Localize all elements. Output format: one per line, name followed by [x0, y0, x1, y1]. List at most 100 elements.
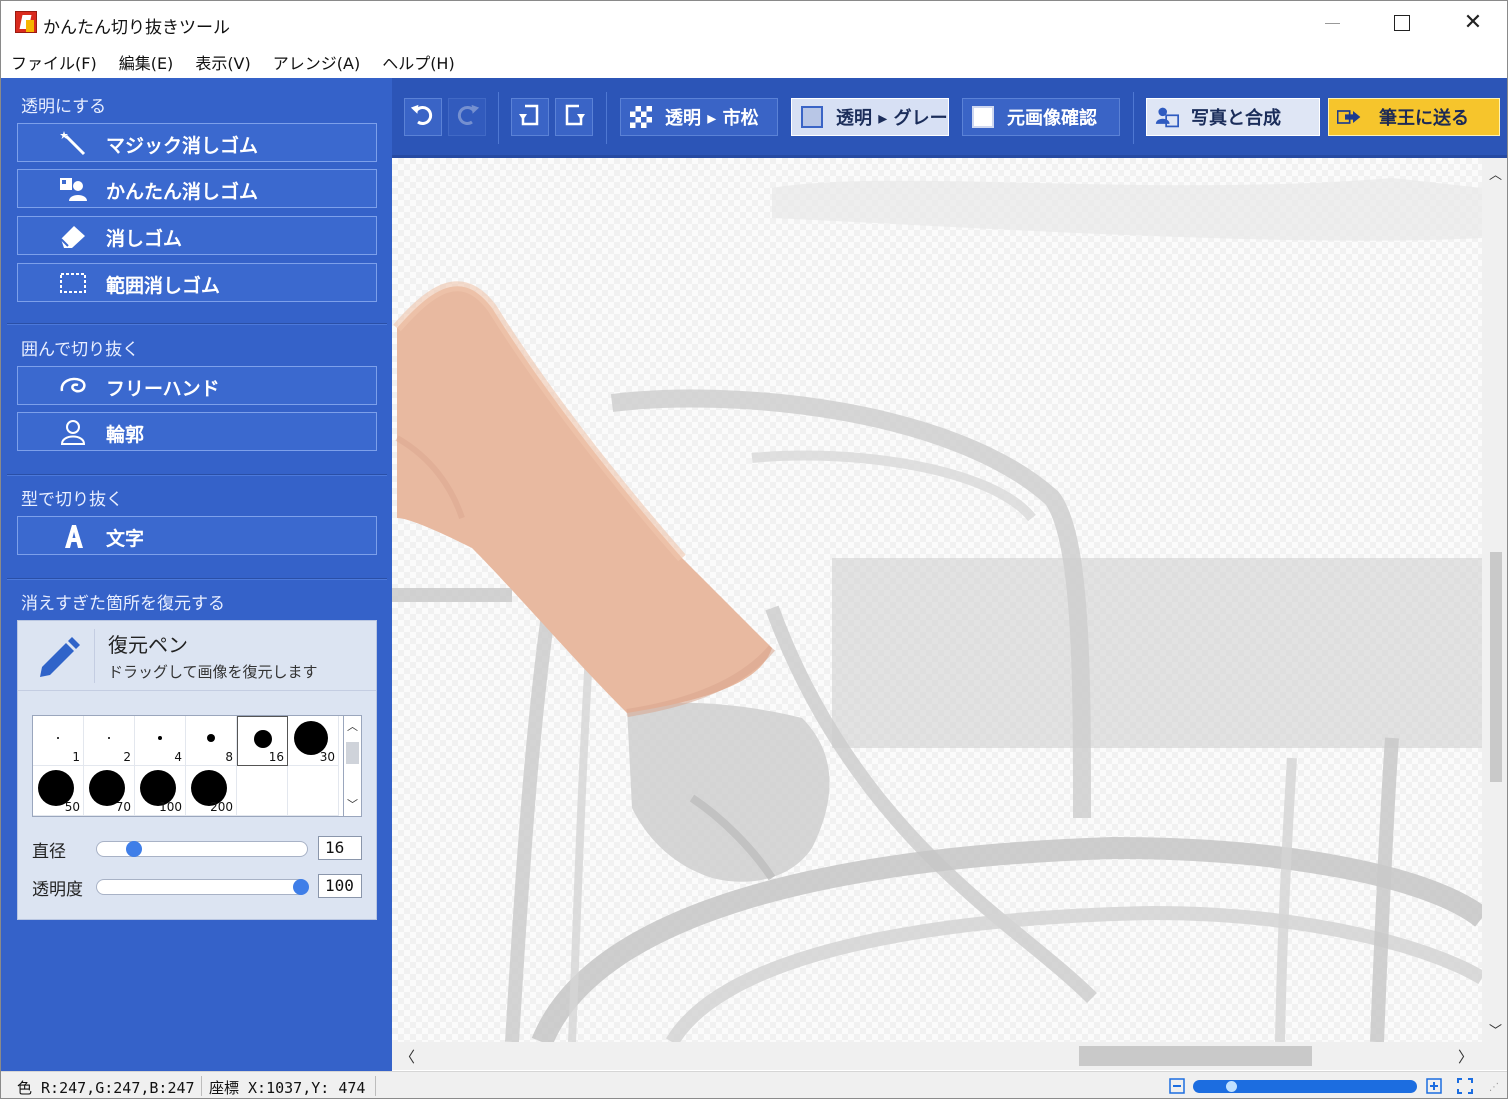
white-square-icon [971, 106, 995, 128]
brush-size-8[interactable]: 8 [186, 716, 237, 766]
restore-pen-panel: 復元ペン ドラッグして画像を復元します 1 2 4 8 16 30 50 70 100 200 ︿… [17, 620, 377, 920]
scroll-thumb[interactable] [346, 742, 359, 764]
menu-file[interactable]: ファイル(F) [11, 50, 97, 74]
brush-grid-scrollbar[interactable]: ︿ ﹀ [344, 715, 362, 817]
resize-grip-icon[interactable]: ⋰ [1489, 1082, 1499, 1093]
brush-dot [57, 737, 59, 739]
menu-help[interactable]: ヘルプ(H) [382, 50, 455, 74]
scroll-right-icon[interactable]: 〉 [1458, 1046, 1473, 1067]
vertical-scrollbar[interactable]: ︿ ﹀ [1482, 158, 1507, 1042]
opacity-slider[interactable] [96, 879, 309, 895]
brush-size-100[interactable]: 100 [135, 766, 186, 816]
brush-size-70[interactable]: 70 [84, 766, 135, 816]
undo-button[interactable] [404, 98, 442, 136]
text-cut-button[interactable]: 文字 [17, 516, 377, 555]
brush-dot [254, 730, 272, 748]
menu-bar: ファイル(F) 編集(E) 表示(V) アレンジ(A) ヘルプ(H) [1, 45, 1507, 78]
diameter-input[interactable]: 16 [318, 836, 362, 860]
section-divider [7, 474, 387, 476]
maximize-icon [1394, 15, 1410, 31]
status-color: 色 R:247,G:247,B:247 [17, 1079, 195, 1097]
scroll-left-icon[interactable]: 〈 [400, 1046, 415, 1067]
chevron-down-icon[interactable]: ﹀ [347, 796, 358, 812]
close-button[interactable]: ✕ [1438, 1, 1507, 45]
range-eraser-label: 範囲消しゴム [106, 275, 221, 297]
redo-icon [454, 102, 480, 132]
vertical-scroll-thumb[interactable] [1490, 552, 1502, 782]
restore-pen-title: 復元ペン [108, 633, 188, 657]
text-cut-label: 文字 [106, 528, 145, 550]
diameter-slider-thumb[interactable] [126, 841, 143, 857]
freehand-button[interactable]: フリーハンド [17, 366, 377, 405]
original-image-button[interactable]: 元画像確認 [962, 98, 1120, 136]
image-canvas[interactable] [392, 158, 1482, 1042]
brush-size-30[interactable]: 30 [288, 716, 339, 766]
horizontal-scrollbar[interactable]: 〈 〉 [392, 1042, 1482, 1070]
menu-view[interactable]: 表示(V) [195, 50, 250, 74]
title-bar: かんたん切り抜きツール ✕ [1, 1, 1507, 45]
brush-dot [207, 734, 215, 742]
zoom-slider-thumb[interactable] [1224, 1080, 1238, 1093]
brush-cell-empty [288, 766, 339, 816]
menu-edit[interactable]: 編集(E) [119, 50, 174, 74]
original-image-label: 元画像確認 [1007, 108, 1097, 129]
toolbar-separator [498, 92, 499, 144]
brush-size-50[interactable]: 50 [33, 766, 84, 816]
send-arrow-icon [1337, 106, 1361, 128]
zoom-in-icon [1426, 1078, 1442, 1094]
brush-size-16[interactable]: 16 [237, 716, 288, 766]
brush-size-2[interactable]: 2 [84, 716, 135, 766]
person-outline-icon [58, 419, 88, 445]
undo-icon [410, 102, 436, 132]
person-eraser-icon [58, 176, 88, 202]
outline-button[interactable]: 輪郭 [17, 412, 377, 451]
diameter-slider[interactable] [96, 841, 308, 857]
status-separator [375, 1076, 376, 1096]
transparent-gray-button[interactable]: 透明 ▸ グレー [791, 98, 949, 136]
brush-size-4[interactable]: 4 [135, 716, 186, 766]
scrollbar-corner [1482, 1042, 1507, 1070]
eraser-button[interactable]: 消しゴム [17, 216, 377, 255]
transparent-checker-button[interactable]: 透明 ▸ 市松 [620, 98, 778, 136]
status-bar: 色 R:247,G:247,B:247 座標 X:1037,Y: 474 ⋰ [1, 1071, 1507, 1098]
menu-arrange[interactable]: アレンジ(A) [273, 50, 360, 74]
toolbar-separator [606, 92, 607, 144]
section-title-enclose: 囲んで切り抜く [21, 340, 140, 360]
brush-size-number: 30 [319, 750, 335, 764]
composite-photo-button[interactable]: 写真と合成 [1146, 98, 1320, 136]
transparent-checker-label: 透明 ▸ 市松 [665, 108, 759, 129]
range-eraser-button[interactable]: 範囲消しゴム [17, 263, 377, 302]
brush-size-number: 4 [174, 750, 182, 764]
brush-size-number: 100 [159, 800, 182, 814]
fit-window-button[interactable] [1457, 1078, 1473, 1094]
brush-size-1[interactable]: 1 [33, 716, 84, 766]
opacity-input[interactable]: 100 [318, 874, 362, 898]
minimize-button[interactable] [1297, 1, 1367, 45]
easy-eraser-button[interactable]: かんたん消しゴム [17, 169, 377, 208]
maximize-button[interactable] [1367, 1, 1437, 45]
magic-eraser-button[interactable]: マジック消しゴム [17, 123, 377, 162]
zoom-out-button[interactable] [1169, 1078, 1185, 1094]
zoom-in-button[interactable] [1426, 1078, 1442, 1094]
transparent-gray-label: 透明 ▸ グレー [836, 108, 948, 129]
scroll-up-icon[interactable]: ︿ [1489, 164, 1502, 183]
send-fudeo-button[interactable]: 筆王に送る [1328, 98, 1500, 136]
send-fudeo-label: 筆王に送る [1379, 108, 1469, 129]
rotate-right-button[interactable] [555, 98, 593, 136]
brush-size-number: 16 [268, 750, 284, 764]
horizontal-scroll-thumb[interactable] [1079, 1046, 1312, 1066]
zoom-slider[interactable] [1193, 1080, 1417, 1093]
restore-pen-header[interactable]: 復元ペン ドラッグして画像を復元します [18, 621, 376, 691]
easy-eraser-label: かんたん消しゴム [106, 181, 259, 203]
brush-size-200[interactable]: 200 [186, 766, 237, 816]
redo-button[interactable] [448, 98, 486, 136]
chevron-up-icon[interactable]: ︿ [347, 718, 358, 734]
composite-icon [1155, 106, 1179, 128]
photo-image [392, 158, 1482, 1042]
scroll-down-icon[interactable]: ﹀ [1489, 1020, 1502, 1039]
brush-size-grid: 1 2 4 8 16 30 50 70 100 200 [32, 715, 344, 817]
eraser-label: 消しゴム [106, 228, 183, 250]
rotate-left-button[interactable] [511, 98, 549, 136]
rect-select-icon [58, 270, 88, 296]
opacity-slider-thumb[interactable] [293, 879, 309, 895]
